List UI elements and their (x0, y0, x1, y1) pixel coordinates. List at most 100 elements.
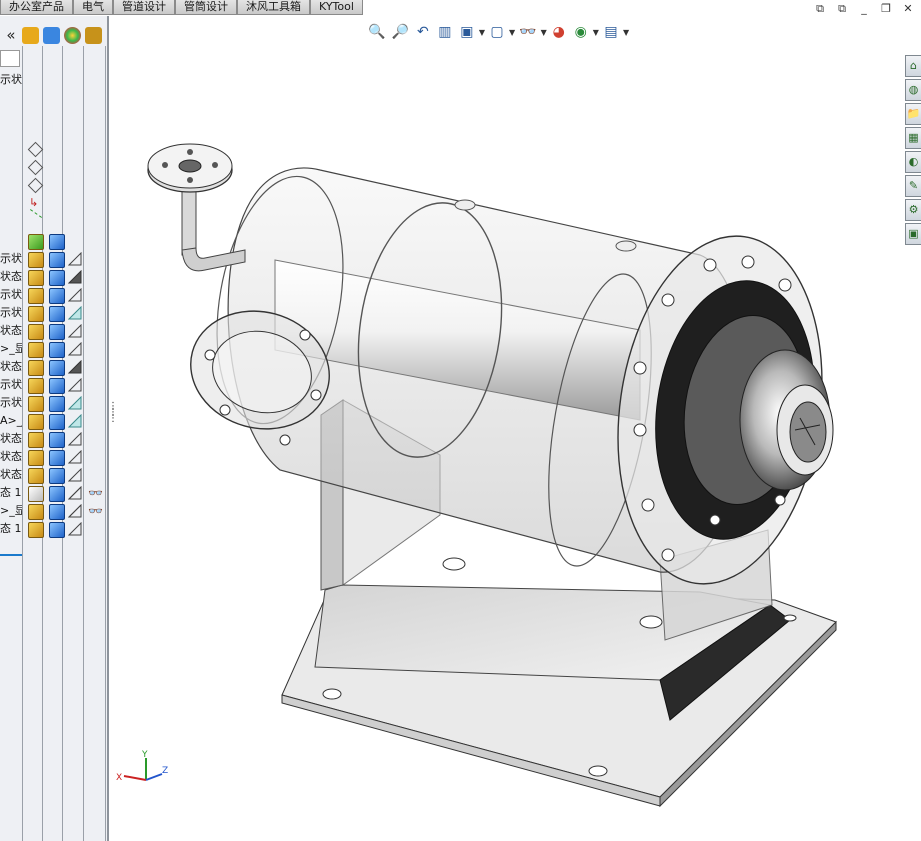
tree-row-label: 态 1: (0, 486, 22, 499)
close-button[interactable]: ✕ (899, 2, 917, 16)
state-icon (68, 306, 82, 320)
triad-z-label: Z (162, 766, 168, 776)
file-explorer-icon[interactable]: 📁 (905, 103, 921, 125)
heads-up-view-toolbar: 🔍 🔎 ↶ ▥ ▣ ▼ ▢ ▼ 👓 ▼ ◕ ◉ ▼ ▤ ▼ (366, 22, 629, 42)
tree-row-label: 状态 (0, 270, 22, 283)
chevron-down-icon[interactable]: ▼ (623, 28, 629, 37)
tree-row[interactable]: 状态 (0, 358, 106, 376)
view-palette-icon[interactable]: ▦ (905, 127, 921, 149)
graphics-area[interactable] (109, 45, 905, 841)
state-icon (68, 504, 82, 518)
tree-row[interactable] (0, 232, 106, 250)
cube-icon (49, 324, 65, 340)
cube-icon (49, 342, 65, 358)
state-icon (68, 522, 82, 536)
tile-vertical-button[interactable]: ⧉ (811, 2, 829, 16)
tree-row-label: A>_J (0, 414, 22, 427)
toolbox-icon[interactable]: ⚙ (905, 199, 921, 221)
tree-row[interactable]: 态 1: (0, 520, 106, 538)
state-icon (68, 378, 82, 392)
cube-icon (49, 396, 65, 412)
coordinate-triad: Y X Z (116, 750, 168, 783)
state-icon (68, 432, 82, 446)
cube-icon (49, 288, 65, 304)
state-icon (68, 450, 82, 464)
tree-row[interactable]: 示状 (0, 304, 106, 322)
tree-row[interactable]: 状态 (0, 466, 106, 484)
feature-manager-icon[interactable] (22, 26, 39, 44)
part-icon (28, 360, 44, 376)
tree-row-label: 示状 (0, 378, 22, 391)
tree-partial-label: 示状 (0, 73, 22, 86)
configuration-manager-icon[interactable] (85, 26, 102, 44)
tree-row[interactable]: 状态 (0, 268, 106, 286)
tab-electrical[interactable]: 电气 (73, 0, 113, 15)
cube-icon (49, 270, 65, 286)
tab-tube-design[interactable]: 管筒设计 (175, 0, 237, 15)
tree-row[interactable]: 示状 (0, 250, 106, 268)
tree-row-label: 示状 (0, 288, 22, 301)
state-icon (68, 288, 82, 302)
tree-row[interactable]: >_显 👓 (0, 502, 106, 520)
solidworks-resources-icon[interactable]: ⌂ (905, 55, 921, 77)
property-manager-icon[interactable] (43, 26, 60, 44)
chevron-down-icon[interactable]: ▼ (509, 28, 515, 37)
custom-properties-icon[interactable]: ✎ (905, 175, 921, 197)
edit-appearance-icon[interactable]: ◕ (549, 22, 569, 42)
tree-row[interactable]: 态 1: 👓 (0, 484, 106, 502)
tree-row[interactable]: 状态 (0, 430, 106, 448)
panel-divider (0, 554, 22, 556)
tree-row-label: >_显 (0, 504, 22, 517)
view-settings-icon[interactable]: ▤ (601, 22, 621, 42)
appearance-icon[interactable] (64, 26, 81, 44)
previous-view-icon[interactable]: ↶ (413, 22, 433, 42)
minimize-button[interactable]: _ (855, 2, 873, 16)
view-orientation-icon[interactable]: ▣ (457, 22, 477, 42)
design-library-icon[interactable]: ◍ (905, 79, 921, 101)
tab-mufeng-toolbox[interactable]: 沐风工具箱 (237, 0, 310, 15)
section-view-icon[interactable]: ▥ (435, 22, 455, 42)
cube-icon (49, 504, 65, 520)
tree-row[interactable]: A>_J (0, 412, 106, 430)
tree-row-label: >_显 (0, 342, 22, 355)
origin-icon: ↳ (29, 196, 39, 209)
tree-row[interactable]: >_显 (0, 340, 106, 358)
chevron-down-icon[interactable]: ▼ (541, 28, 547, 37)
tree-row-label: 状态 (0, 324, 22, 337)
appearances-icon[interactable]: ◐ (905, 151, 921, 173)
tree-row[interactable]: 示状 (0, 394, 106, 412)
state-icon (68, 324, 82, 338)
task-pane-tabs: ⌂ ◍ 📁 ▦ ◐ ✎ ⚙ ▣ (905, 55, 921, 247)
zoom-to-fit-icon[interactable]: 🔍 (366, 22, 387, 42)
tab-kytool[interactable]: KYTool (310, 0, 363, 15)
forum-icon[interactable]: ▣ (905, 223, 921, 245)
part-icon (28, 270, 44, 286)
tree-row[interactable]: 状态 (0, 448, 106, 466)
part-icon (28, 414, 44, 430)
restore-button[interactable]: ❐ (877, 2, 895, 16)
chevron-down-icon[interactable]: ▼ (593, 28, 599, 37)
apply-scene-icon[interactable]: ◉ (571, 22, 591, 42)
part-icon (28, 252, 44, 268)
tree-row-label: 示状 (0, 306, 22, 319)
state-icon (68, 360, 82, 374)
tree-row-label: 示状 (0, 396, 22, 409)
tree-row[interactable]: 示状 (0, 376, 106, 394)
collapse-panel-button[interactable]: « (0, 26, 22, 44)
tree-filter-field[interactable] (0, 50, 20, 67)
display-style-icon[interactable]: ▢ (487, 22, 507, 42)
tile-horizontal-button[interactable]: ⧉ (833, 2, 851, 16)
chevron-down-icon[interactable]: ▼ (479, 28, 485, 37)
cube-icon (49, 378, 65, 394)
cube-icon (49, 252, 65, 268)
tree-row[interactable]: 示状 (0, 286, 106, 304)
state-icon (68, 270, 82, 284)
zoom-area-icon[interactable]: 🔎 (389, 22, 410, 42)
cube-icon (49, 486, 65, 502)
hide-show-icon[interactable]: 👓 (517, 22, 538, 42)
tree-row[interactable]: 状态 (0, 322, 106, 340)
tab-office-products[interactable]: 办公室产品 (0, 0, 73, 15)
cube-icon (49, 432, 65, 448)
tab-piping-design[interactable]: 管道设计 (113, 0, 175, 15)
tree-row-label: 示状 (0, 252, 22, 265)
